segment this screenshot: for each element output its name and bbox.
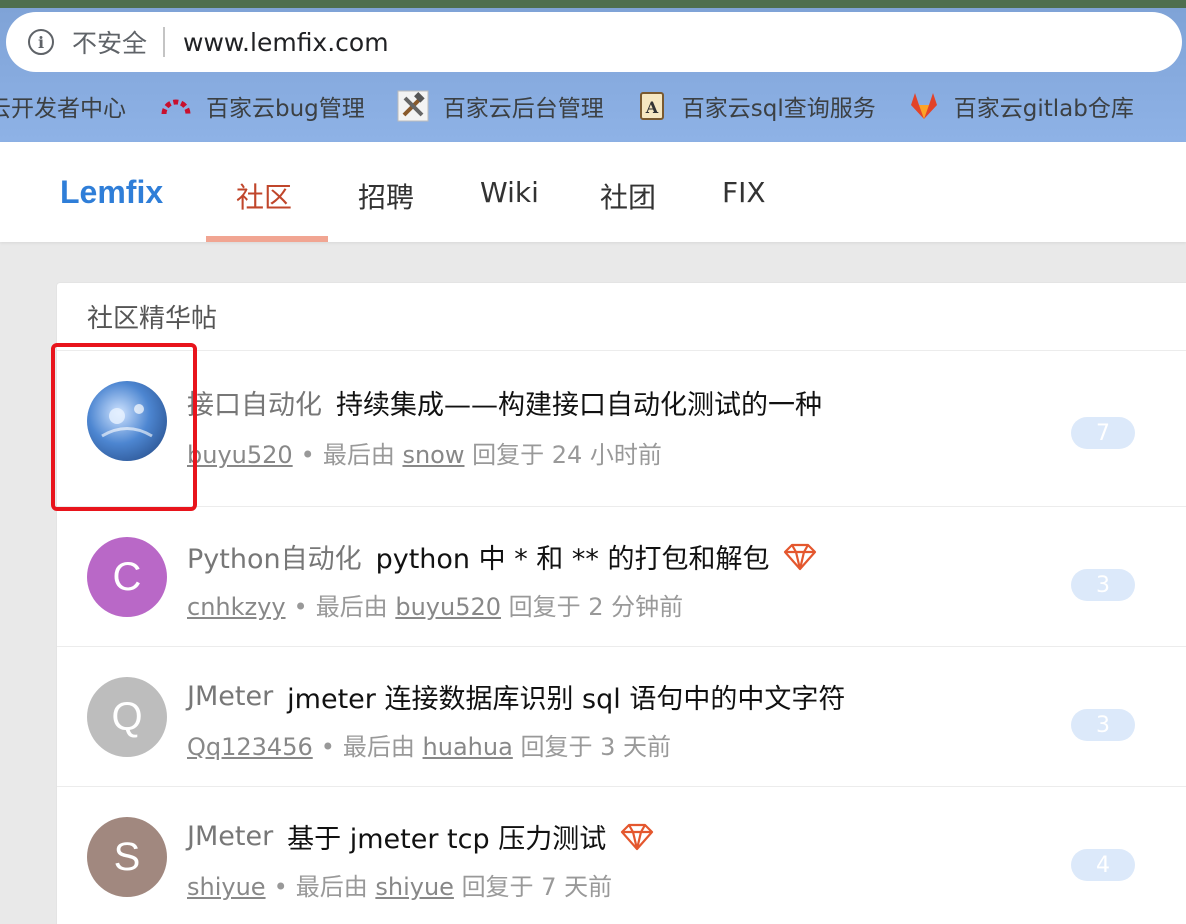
meta-dot: • [320,733,335,761]
reply-time: 回复于 2 分钟前 [508,593,684,621]
topic-author[interactable]: Qq123456 [187,733,313,761]
topic-author[interactable]: cnhkzyy [187,593,286,621]
nav-community[interactable]: 社区 [236,176,292,216]
topic-row[interactable]: 接口自动化 持续集成——构建接口自动化测试的一种 buyu520 • 最后由 sno… [57,351,1186,507]
topic-node[interactable]: 接口自动化 [187,383,322,422]
diamond-icon [783,543,817,571]
gitlab-icon [908,90,940,122]
window-strip [0,0,1186,8]
reply-time: 回复于 3 天前 [520,733,671,761]
last-reply-prefix: 最后由 [315,593,388,621]
url-text[interactable]: www.lemfix.com [183,28,389,57]
diamond-icon [620,823,654,851]
bookmark-developer-center[interactable]: 云开发者中心 [0,89,126,123]
bookmark-bug-manager[interactable]: 百家云bug管理 [160,89,365,123]
topic-title-line: 接口自动化 持续集成——构建接口自动化测试的一种 [187,383,822,422]
site-navbar: Lemfix 社区 招聘 Wiki 社团 FIX [0,142,1186,242]
topic-author[interactable]: buyu520 [187,441,293,469]
brand-logo[interactable]: Lemfix [60,174,163,211]
topic-node[interactable]: JMeter [187,681,273,712]
topic-meta: shiyue • 最后由 shiyue 回复于 7 天前 [187,867,612,902]
topic-title-line: JMeter 基于 jmeter tcp 压力测试 [187,817,654,856]
security-label[interactable]: 不安全 [72,24,147,60]
active-nav-indicator [206,236,328,242]
topic-meta: cnhkzyy • 最后由 buyu520 回复于 2 分钟前 [187,587,683,622]
reply-count-badge[interactable]: 3 [1071,709,1135,741]
tools-icon [397,90,429,122]
last-replier[interactable]: huahua [423,733,513,761]
bookmark-gitlab[interactable]: 百家云gitlab仓库 [908,89,1134,123]
panel-title: 社区精华帖 [57,283,1186,351]
meta-dot: • [273,873,288,901]
topic-title-line: JMeter jmeter 连接数据库识别 sql 语句中的中文字符 [187,677,845,716]
bookmark-sql-service[interactable]: A 百家云sql查询服务 [636,89,876,123]
avatar[interactable]: Q [87,677,167,757]
meta-dot: • [300,441,315,469]
topic-title[interactable]: 持续集成——构建接口自动化测试的一种 [336,383,822,422]
topic-title[interactable]: 基于 jmeter tcp 压力测试 [287,817,606,856]
bug-tracker-icon [160,90,192,122]
last-reply-prefix: 最后由 [342,733,415,761]
bookmarks-bar: 云开发者中心 百家云bug管理 百家云后台管理 A 百家云sql查询服务 百家云… [0,82,1134,130]
bookmark-label: 百家云sql查询服务 [681,96,876,122]
nav-jobs[interactable]: 招聘 [358,176,414,216]
topic-meta: Qq123456 • 最后由 huahua 回复于 3 天前 [187,727,671,762]
last-reply-prefix: 最后由 [322,441,395,469]
avatar[interactable]: C [87,537,167,617]
address-bar[interactable]: i 不安全 www.lemfix.com [6,12,1182,72]
topic-node[interactable]: JMeter [187,821,273,852]
reply-time: 回复于 7 天前 [461,873,613,901]
topic-node[interactable]: Python自动化 [187,537,362,576]
last-replier[interactable]: shiyue [375,873,454,901]
topic-meta: buyu520 • 最后由 snow 回复于 24 小时前 [187,435,662,470]
bookmark-label: 百家云gitlab仓库 [953,96,1134,122]
topic-title-line: Python自动化 python 中 * 和 ** 的打包和解包 [187,537,817,576]
nav-clubs[interactable]: 社团 [600,176,656,216]
reply-count-badge[interactable]: 3 [1071,569,1135,601]
topic-row[interactable]: C Python自动化 python 中 * 和 ** 的打包和解包 cnhkz… [57,507,1186,647]
bookmark-label: 百家云后台管理 [442,96,604,122]
meta-dot: • [293,593,308,621]
bookmark-admin[interactable]: 百家云后台管理 [397,89,604,123]
nav-wiki[interactable]: Wiki [480,176,539,209]
reply-count-badge[interactable]: 4 [1071,849,1135,881]
script-icon: A [636,90,668,122]
topic-row[interactable]: S JMeter 基于 jmeter tcp 压力测试 shiyue • 最后由 s… [57,787,1186,924]
reply-time: 回复于 24 小时前 [472,441,662,469]
topic-row[interactable]: Q JMeter jmeter 连接数据库识别 sql 语句中的中文字符 Qq1… [57,647,1186,787]
nav-fix[interactable]: FIX [722,176,766,209]
bookmark-label: 百家云bug管理 [206,96,365,122]
last-replier[interactable]: snow [402,441,464,469]
last-reply-prefix: 最后由 [295,873,368,901]
last-replier[interactable]: buyu520 [395,593,501,621]
omnibox-divider [163,27,166,57]
avatar[interactable]: S [87,817,167,897]
excellent-topics-panel: 社区精华帖 接口自动化 持续集成——构建接口自动化测试的一种 buyu520 • 最… [56,282,1186,924]
bookmark-label: 云开发者中心 [0,96,126,122]
annotation-highlight-box [51,343,197,511]
info-icon[interactable]: i [28,29,54,55]
topic-title[interactable]: python 中 * 和 ** 的打包和解包 [376,537,770,576]
svg-text:A: A [645,98,659,117]
reply-count-badge[interactable]: 7 [1071,417,1135,449]
topic-title[interactable]: jmeter 连接数据库识别 sql 语句中的中文字符 [287,677,845,716]
topic-author[interactable]: shiyue [187,873,266,901]
